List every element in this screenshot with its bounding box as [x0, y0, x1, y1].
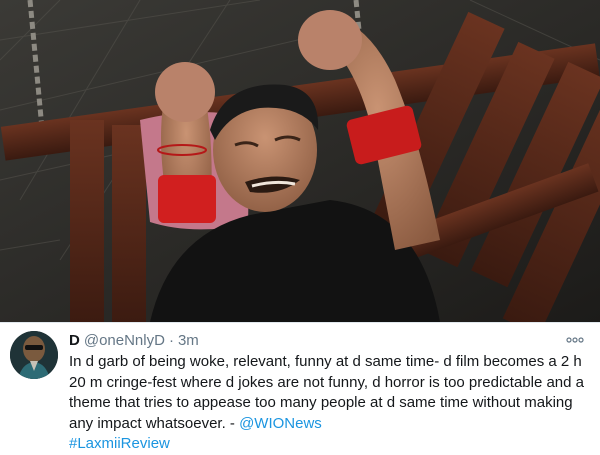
avatar[interactable]: [10, 331, 58, 379]
tweet-photo[interactable]: [0, 0, 600, 322]
more-horizontal-icon: [566, 337, 584, 343]
tweet-card[interactable]: D @oneNnlyD · 3m In d garb of being woke…: [0, 322, 600, 452]
author-handle[interactable]: @oneNnlyD: [84, 331, 165, 351]
author-name[interactable]: D: [69, 331, 80, 351]
tweet-header: D @oneNnlyD · 3m: [69, 331, 586, 351]
tweet-body-text: In d garb of being woke, relevant, funny…: [69, 353, 585, 432]
avatar-image: [10, 331, 58, 379]
mention-link[interactable]: @WIONews: [239, 415, 322, 432]
photo-illustration: [0, 0, 600, 322]
tweet-text: In d garb of being woke, relevant, funny…: [69, 352, 589, 455]
timestamp[interactable]: 3m: [178, 331, 199, 351]
hashtag-link[interactable]: #LaxmiiReview: [69, 435, 170, 452]
more-options-button[interactable]: [564, 332, 586, 348]
separator-dot: ·: [168, 332, 174, 349]
